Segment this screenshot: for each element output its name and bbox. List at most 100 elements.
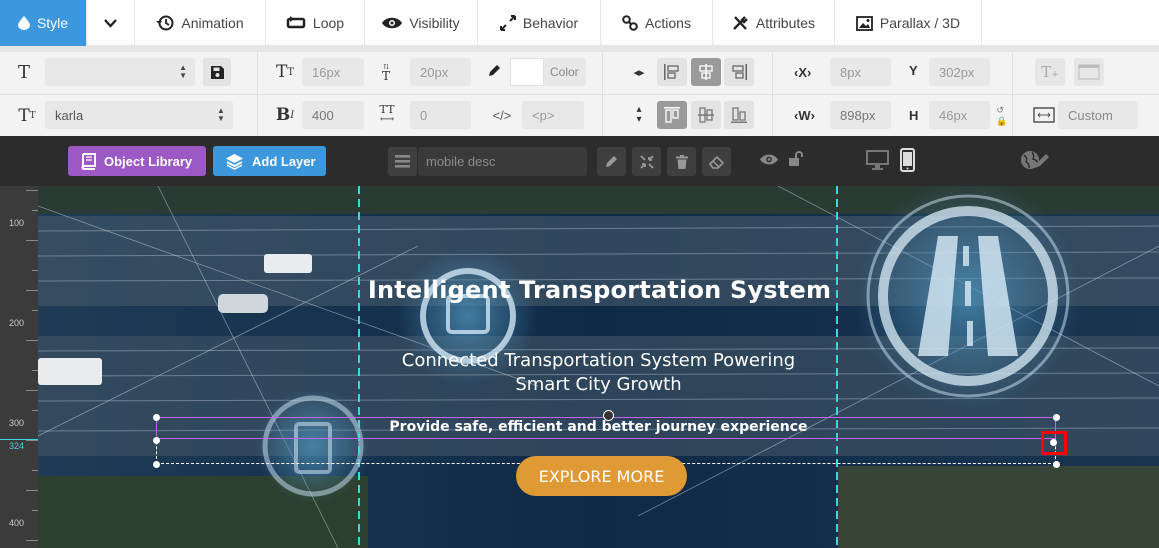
tab-actions[interactable]: Actions	[601, 0, 713, 46]
tab-loop[interactable]: Loop	[266, 0, 365, 46]
resize-handle-left[interactable]	[153, 437, 160, 444]
resize-handle-bottom-right[interactable]	[1053, 461, 1060, 468]
lock-toggle[interactable]	[788, 151, 804, 169]
align-center-icon	[699, 64, 713, 80]
font-family-select-arrow: ▲ ▼	[217, 106, 225, 123]
font-size-icon: TT	[275, 62, 294, 82]
mobile-view-button[interactable]	[900, 148, 915, 175]
code-icon: </>	[492, 107, 512, 123]
font-family-select[interactable]: karla	[45, 101, 233, 129]
unlock-icon	[789, 151, 803, 166]
add-layer-button[interactable]: Add Layer	[213, 146, 326, 176]
tab-parallax-3d[interactable]: Parallax / 3D	[835, 0, 982, 46]
resize-handle-top-right[interactable]	[1053, 414, 1060, 421]
ruler-mark: 300	[9, 418, 25, 428]
image-icon	[856, 15, 873, 31]
mobile-phone-icon	[900, 148, 915, 172]
valign-top-icon	[664, 107, 680, 123]
explore-more-button[interactable]: EXPLORE MORE	[516, 456, 687, 496]
align-right-button[interactable]	[724, 58, 754, 86]
valign-bottom-icon	[731, 107, 747, 123]
width-field[interactable]: 898px	[830, 101, 891, 129]
resize-handle-top-left[interactable]	[153, 414, 160, 421]
rotate-handle[interactable]	[603, 410, 614, 421]
desktop-view-button[interactable]	[866, 150, 889, 173]
lock-ratio-icon[interactable]: ↺ 🔒	[996, 103, 1008, 129]
add-layer-label: Add Layer	[252, 153, 316, 169]
line-height-field[interactable]: 20px	[410, 58, 471, 86]
slide-subtitle-line-2[interactable]: Smart City Growth	[38, 373, 1159, 397]
height-field[interactable]: 46px	[929, 101, 990, 129]
tab-visibility[interactable]: Visibility	[365, 0, 478, 46]
tab-label: Visibility	[409, 15, 460, 31]
save-preset-button[interactable]	[203, 58, 231, 86]
letter-spacing-field[interactable]: 0	[410, 101, 471, 129]
droplet-icon	[17, 16, 30, 30]
link-icon	[622, 15, 638, 31]
global-edit-button[interactable]	[1020, 149, 1050, 174]
tab-animation[interactable]: Animation	[135, 0, 266, 46]
chevron-down-icon	[104, 18, 117, 28]
size-preset-icon	[1033, 107, 1055, 123]
trash-icon	[675, 154, 688, 169]
expand-arrows-icon	[499, 15, 516, 31]
x-label: ‹X›	[794, 65, 812, 80]
tab-more-dropdown[interactable]	[87, 0, 135, 46]
eye-icon	[382, 17, 403, 29]
tab-attributes[interactable]: Attributes	[713, 0, 835, 46]
align-left-button[interactable]	[657, 58, 687, 86]
window-icon	[1078, 64, 1100, 80]
clear-style-button[interactable]	[702, 147, 731, 176]
background-button[interactable]	[1074, 58, 1104, 86]
layer-name-field[interactable]: mobile desc	[418, 147, 587, 176]
ruler-mark: 100	[9, 218, 25, 228]
text-transform-button[interactable]: T+	[1035, 58, 1065, 86]
color-swatch[interactable]	[510, 58, 544, 86]
tab-style[interactable]: Style	[0, 0, 87, 46]
layer-action-bar: Object Library Add Layer mobile desc	[0, 136, 1159, 186]
desktop-icon	[866, 150, 889, 170]
floppy-disk-icon	[210, 65, 224, 79]
valign-bottom-button[interactable]	[724, 101, 754, 129]
history-icon	[156, 15, 174, 31]
vertical-align-icon: ▴ ▾	[636, 104, 642, 125]
layer-menu-button[interactable]	[388, 147, 417, 176]
ruler-mark: 200	[9, 318, 25, 328]
style-toolbar-row-2: TT karla ▲ ▼ BI 400 TT ⟷ 0 </> <p> ▴ ▾ ‹W› …	[0, 94, 1159, 137]
font-weight-icon: BI	[275, 105, 295, 125]
object-library-button[interactable]: Object Library	[68, 146, 206, 176]
slide-canvas[interactable]: Intelligent Transportation System Connec…	[38, 186, 1159, 548]
top-tab-bar: Style Animation Loop Visibility Behavior…	[0, 0, 1159, 46]
valign-top-button[interactable]	[657, 101, 687, 129]
font-size-field[interactable]: 16px	[302, 58, 364, 86]
tab-label: Loop	[312, 15, 345, 31]
edit-layer-button[interactable]	[597, 147, 626, 176]
visibility-toggle[interactable]	[760, 153, 778, 169]
valign-middle-button[interactable]	[691, 101, 721, 129]
tab-label: Parallax / 3D	[879, 15, 961, 31]
align-left-icon	[664, 64, 679, 80]
h-label: H	[909, 108, 919, 123]
font-family-icon: TT	[18, 106, 36, 126]
slide-subtitle-line-1[interactable]: Connected Transportation System Powering	[38, 349, 1159, 373]
size-preset-field[interactable]: Custom	[1058, 101, 1138, 129]
x-position-field[interactable]: 8px	[830, 58, 891, 86]
slide-title[interactable]: Intelligent Transportation System	[39, 276, 1159, 304]
loop-icon	[286, 16, 306, 29]
align-right-icon	[732, 64, 747, 80]
y-position-field[interactable]: 302px	[929, 58, 990, 86]
valign-middle-icon	[698, 107, 714, 123]
delete-layer-button[interactable]	[667, 147, 696, 176]
tab-behavior[interactable]: Behavior	[478, 0, 601, 46]
align-center-button[interactable]	[691, 58, 721, 86]
font-weight-field[interactable]: 400	[302, 101, 364, 129]
horizontal-align-icon: ◂▸	[633, 66, 645, 79]
slide-description[interactable]: Provide safe, efficient and better journ…	[38, 419, 1159, 435]
ruler-current-mark: 324	[9, 441, 25, 451]
resize-handle-bottom-left[interactable]	[153, 461, 160, 468]
html-tag-field[interactable]: <p>	[522, 101, 584, 129]
duplicate-layer-button[interactable]	[632, 147, 661, 176]
font-preset-select[interactable]: ▲ ▼	[45, 58, 195, 86]
compress-icon	[639, 154, 654, 169]
highlighted-resize-handle[interactable]	[1041, 431, 1067, 455]
